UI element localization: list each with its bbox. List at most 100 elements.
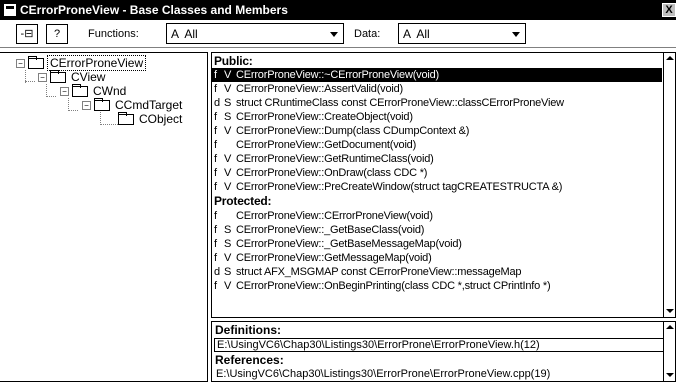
member-access: V xyxy=(224,252,232,264)
close-button[interactable]: X xyxy=(662,3,676,17)
member-row[interactable]: d Sstruct CRuntimeClass const CErrorProne… xyxy=(212,96,662,110)
functions-select-value: A All xyxy=(171,27,198,41)
member-signature: CErrorProneView::OnBeginPrinting(class C… xyxy=(236,280,551,292)
member-kind: d xyxy=(214,97,220,109)
member-kind: f xyxy=(214,153,217,165)
tree-connector xyxy=(68,110,78,111)
folder-icon xyxy=(118,111,134,125)
member-signature: CErrorProneView::GetDocument(void) xyxy=(236,139,417,151)
member-kind: f xyxy=(214,224,217,236)
member-row[interactable]: f CErrorProneView::CErrorProneView(void) xyxy=(212,209,662,223)
scroll-down-icon[interactable] xyxy=(665,307,674,316)
member-kind: f xyxy=(214,167,217,179)
collapse-icon[interactable]: − xyxy=(16,58,25,68)
member-signature: CErrorProneView::_GetBaseClass(void) xyxy=(236,224,425,236)
member-access: S xyxy=(224,238,232,250)
member-signature: struct CRuntimeClass const CErrorProneVi… xyxy=(236,97,564,109)
collapse-icon[interactable]: − xyxy=(60,86,69,96)
member-row[interactable]: f CErrorProneView::GetDocument(void) xyxy=(212,138,662,152)
pin-button[interactable]: -⊟ xyxy=(16,24,38,44)
folder-icon xyxy=(50,69,66,83)
tree-node-label: CWnd xyxy=(93,84,127,98)
chevron-down-icon[interactable] xyxy=(326,26,341,41)
member-access: S xyxy=(224,224,232,236)
member-kind: d xyxy=(214,266,220,278)
member-kind: f xyxy=(214,69,217,81)
toolbar: -⊟ ? Functions: A All Data: A All xyxy=(0,20,676,48)
member-signature: CErrorProneView::Dump(class CDumpContext… xyxy=(236,125,470,137)
protected-header: Protected: xyxy=(214,194,272,208)
member-kind: f xyxy=(214,280,217,292)
member-access: V xyxy=(224,167,232,179)
member-access: S xyxy=(224,111,232,123)
member-row[interactable]: f V CErrorProneView::GetRuntimeClass(void) xyxy=(212,152,662,166)
collapse-icon[interactable]: − xyxy=(38,72,47,82)
member-row[interactable]: f V CErrorProneView::AssertValid(void) xyxy=(212,82,662,96)
member-signature: CErrorProneView::OnDraw(class CDC *) xyxy=(236,167,428,179)
member-kind: f xyxy=(214,139,217,151)
scroll-down-icon[interactable] xyxy=(665,371,674,380)
member-kind: f xyxy=(214,111,217,123)
member-access: S xyxy=(224,97,232,109)
member-signature: CErrorProneView::GetMessageMap(void) xyxy=(236,252,432,264)
scroll-up-icon[interactable] xyxy=(665,54,674,63)
member-kind: f xyxy=(214,181,217,193)
folder-icon xyxy=(94,97,110,111)
tree-node-cobject[interactable]: CObject xyxy=(118,111,184,126)
functions-label: Functions: xyxy=(88,28,139,40)
member-row[interactable]: f V CErrorProneView::OnBeginPrinting(class… xyxy=(212,279,662,293)
collapse-icon[interactable]: − xyxy=(82,100,91,110)
member-row[interactable]: f V CErrorProneView::GetMessageMap(void) xyxy=(212,251,662,265)
member-signature: CErrorProneView::~CErrorProneView(void) xyxy=(236,69,440,81)
member-signature: CErrorProneView::CreateObject(void) xyxy=(236,111,413,123)
chevron-down-icon[interactable] xyxy=(508,26,523,41)
member-signature: CErrorProneView::GetRuntimeClass(void) xyxy=(236,153,434,165)
window-menu-icon[interactable] xyxy=(4,4,16,16)
member-access: V xyxy=(224,83,232,95)
member-access: S xyxy=(224,266,232,278)
tree-node-cwnd[interactable]: − CWnd xyxy=(60,83,128,98)
tree-connector xyxy=(100,124,118,125)
scroll-up-icon[interactable] xyxy=(665,323,674,332)
member-kind: f xyxy=(214,210,217,222)
folder-icon xyxy=(72,83,88,97)
definition-path[interactable]: E:\UsingVC6\Chap30\Listings30\ErrorProne… xyxy=(214,338,666,352)
definitions-scrollbar[interactable] xyxy=(663,322,675,381)
definitions-references-pane[interactable]: Definitions: E:\UsingVC6\Chap30\Listings… xyxy=(211,321,676,382)
members-scrollbar[interactable] xyxy=(663,53,675,317)
member-row[interactable]: f S CErrorProneView::_GetBaseClass(void) xyxy=(212,223,662,237)
folder-icon xyxy=(28,55,44,69)
public-header: Public: xyxy=(214,54,253,68)
tree-node-cerrorproneview[interactable]: − CErrorProneView xyxy=(16,55,147,71)
member-signature: struct AFX_MSGMAP const CErrorProneView:… xyxy=(236,266,522,278)
tree-node-ccmdtarget[interactable]: − CCmdTarget xyxy=(82,97,184,112)
member-row[interactable]: d Sstruct AFX_MSGMAP const CErrorProneVie… xyxy=(212,265,662,279)
data-select[interactable]: A All xyxy=(398,23,526,44)
member-kind: f xyxy=(214,83,217,95)
data-label: Data: xyxy=(354,28,381,40)
member-kind: f xyxy=(214,238,217,250)
tree-connector xyxy=(25,81,35,82)
data-select-value: A All xyxy=(403,27,430,41)
member-access: V xyxy=(224,153,232,165)
tree-node-label: CView xyxy=(71,70,106,84)
window-title: CErrorProneView - Base Classes and Membe… xyxy=(20,3,288,17)
reference-path[interactable]: E:\UsingVC6\Chap30\Listings30\ErrorProne… xyxy=(214,368,666,382)
tree-node-label: CErrorProneView xyxy=(47,55,147,71)
member-row[interactable]: f V CErrorProneView::~CErrorProneView(void… xyxy=(212,68,662,82)
title-bar: CErrorProneView - Base Classes and Membe… xyxy=(0,0,676,20)
help-button[interactable]: ? xyxy=(46,24,68,44)
member-access: V xyxy=(224,181,232,193)
tree-node-cview[interactable]: − CView xyxy=(38,69,107,84)
references-header: References: xyxy=(215,353,284,367)
functions-select[interactable]: A All xyxy=(166,23,344,44)
class-tree-pane[interactable]: − CErrorProneView − CView − CWnd − CCmdT… xyxy=(0,52,208,382)
member-row[interactable]: f V CErrorProneView::PreCreateWindow(struc… xyxy=(212,180,662,194)
member-row[interactable]: f S CErrorProneView::CreateObject(void) xyxy=(212,110,662,124)
member-row[interactable]: f V CErrorProneView::OnDraw(class CDC *) xyxy=(212,166,662,180)
members-list[interactable]: Public: f V CErrorProneView::~CErrorProneV… xyxy=(211,52,676,318)
definitions-header: Definitions: xyxy=(215,323,281,337)
member-row[interactable]: f S CErrorProneView::_GetBaseMessageMap(vo… xyxy=(212,237,662,251)
member-access: V xyxy=(224,125,232,137)
member-row[interactable]: f V CErrorProneView::Dump(class CDumpConte… xyxy=(212,124,662,138)
